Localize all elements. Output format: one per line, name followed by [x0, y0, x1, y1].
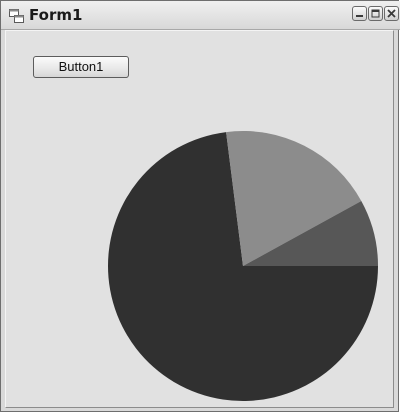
form-window-icon[interactable] — [9, 8, 24, 23]
minimize-icon — [356, 15, 363, 17]
minimize-button[interactable] — [352, 6, 367, 21]
title-bar[interactable]: Form1 — [1, 1, 400, 30]
maximize-icon — [371, 9, 380, 18]
maximize-button[interactable] — [368, 6, 383, 21]
form1-window: Form1 Button1 — [0, 0, 400, 412]
close-icon — [387, 9, 396, 18]
close-button[interactable] — [384, 6, 399, 21]
pie-chart — [107, 131, 378, 401]
form-client-area: Button1 — [5, 30, 394, 408]
window-title: Form1 — [29, 6, 83, 24]
